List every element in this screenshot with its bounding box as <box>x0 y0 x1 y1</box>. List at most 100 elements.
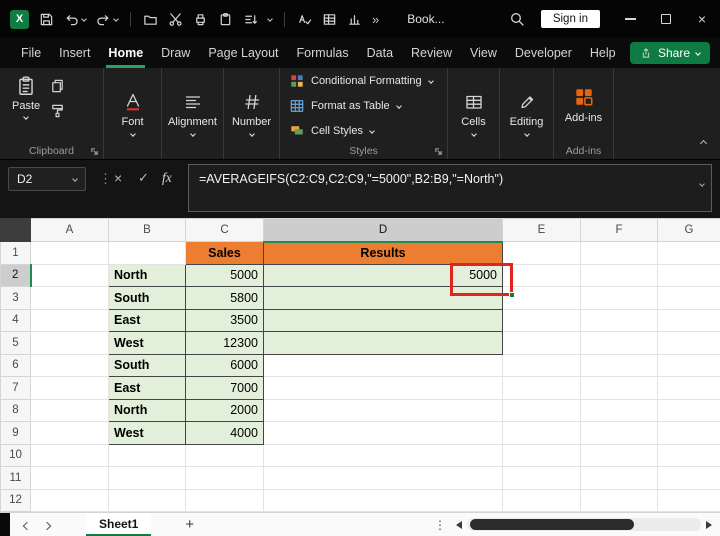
cell[interactable] <box>503 242 581 265</box>
cell-B6[interactable]: South <box>109 354 186 377</box>
ribbon-tab-draw[interactable]: Draw <box>152 38 199 68</box>
sheet-tab-menu[interactable]: ⋮ <box>434 518 446 532</box>
column-header-C[interactable]: C <box>186 219 264 242</box>
cell-C3[interactable]: 5800 <box>186 287 264 310</box>
cell[interactable] <box>658 287 720 310</box>
sort-icon[interactable] <box>243 12 258 27</box>
cell[interactable] <box>109 242 186 265</box>
conditional-formatting-button[interactable]: Conditional Formatting <box>280 70 447 93</box>
cell[interactable] <box>31 399 109 422</box>
cell-D6[interactable] <box>264 354 503 377</box>
cell[interactable] <box>109 489 186 512</box>
cell[interactable] <box>658 377 720 400</box>
cell[interactable] <box>658 422 720 445</box>
chevron-down-icon[interactable] <box>267 16 273 22</box>
paste-button[interactable]: Paste <box>12 75 40 142</box>
cell[interactable] <box>581 489 658 512</box>
cell-B2[interactable]: North <box>109 264 186 287</box>
cell[interactable] <box>186 467 264 490</box>
cell[interactable] <box>186 444 264 467</box>
print-icon[interactable] <box>193 12 208 27</box>
redo-button[interactable] <box>96 12 118 27</box>
cell-D8[interactable] <box>264 399 503 422</box>
cell[interactable] <box>581 377 658 400</box>
ribbon-tab-insert[interactable]: Insert <box>50 38 99 68</box>
column-header-F[interactable]: F <box>581 219 658 242</box>
font-button[interactable]: Font <box>104 68 161 159</box>
format-painter-button[interactable] <box>50 103 65 118</box>
cell-B3[interactable]: South <box>109 287 186 310</box>
add-sheet-button[interactable]: + <box>185 517 194 532</box>
cell-B4[interactable]: East <box>109 309 186 332</box>
cell[interactable] <box>264 467 503 490</box>
ribbon-tab-page-layout[interactable]: Page Layout <box>199 38 287 68</box>
next-sheet-button[interactable] <box>44 516 50 534</box>
cell[interactable] <box>264 489 503 512</box>
cell-C9[interactable]: 4000 <box>186 422 264 445</box>
cell-C7[interactable]: 7000 <box>186 377 264 400</box>
collapse-ribbon-button[interactable] <box>701 133 706 151</box>
cell[interactable] <box>658 242 720 265</box>
alignment-button[interactable]: Alignment <box>162 68 223 159</box>
cell[interactable] <box>503 422 581 445</box>
cell[interactable] <box>581 422 658 445</box>
row-header-5[interactable]: 5 <box>1 332 31 355</box>
cell[interactable] <box>658 264 720 287</box>
cell-D9[interactable] <box>264 422 503 445</box>
spelling-icon[interactable] <box>297 12 312 27</box>
row-header-3[interactable]: 3 <box>1 287 31 310</box>
cell[interactable] <box>264 444 503 467</box>
cell-C1-sales-header[interactable]: Sales <box>186 242 264 265</box>
cell-styles-button[interactable]: Cell Styles <box>280 120 447 143</box>
name-box[interactable]: D2 <box>8 167 86 191</box>
ribbon-tab-view[interactable]: View <box>461 38 506 68</box>
cell[interactable] <box>31 422 109 445</box>
ribbon-tab-help[interactable]: Help <box>581 38 625 68</box>
cell[interactable] <box>31 242 109 265</box>
column-header-B[interactable]: B <box>109 219 186 242</box>
row-header-1[interactable]: 1 <box>1 242 31 265</box>
formula-input[interactable]: =AVERAGEIFS(C2:C9,C2:C9,"=5000",B2:B9,"=… <box>188 164 712 212</box>
editing-button[interactable]: Editing <box>500 68 553 159</box>
cell[interactable] <box>31 264 109 287</box>
cell[interactable] <box>503 467 581 490</box>
ribbon-tab-home[interactable]: Home <box>99 38 152 68</box>
cut-icon[interactable] <box>168 12 183 27</box>
clipboard-dialog-launcher[interactable] <box>90 147 99 156</box>
cell[interactable] <box>658 309 720 332</box>
cell-D7[interactable] <box>264 377 503 400</box>
format-as-table-button[interactable]: Format as Table <box>280 95 447 118</box>
search-icon[interactable] <box>509 11 525 27</box>
insert-function-button[interactable]: fx <box>162 170 172 186</box>
cell[interactable] <box>581 309 658 332</box>
row-header-10[interactable]: 10 <box>1 444 31 467</box>
ribbon-tab-formulas[interactable]: Formulas <box>288 38 358 68</box>
ribbon-tab-developer[interactable]: Developer <box>506 38 581 68</box>
cell[interactable] <box>658 399 720 422</box>
row-header-8[interactable]: 8 <box>1 399 31 422</box>
cell[interactable] <box>31 287 109 310</box>
cell[interactable] <box>503 489 581 512</box>
minimize-button[interactable] <box>612 0 648 38</box>
cell[interactable] <box>503 264 581 287</box>
cell[interactable] <box>503 354 581 377</box>
cell[interactable] <box>31 354 109 377</box>
maximize-button[interactable] <box>648 0 684 38</box>
sign-in-button[interactable]: Sign in <box>541 10 600 28</box>
cell[interactable] <box>658 444 720 467</box>
cell[interactable] <box>31 332 109 355</box>
table-icon[interactable] <box>322 12 337 27</box>
column-header-A[interactable]: A <box>31 219 109 242</box>
cell-D4[interactable] <box>264 309 503 332</box>
ribbon-tab-review[interactable]: Review <box>402 38 461 68</box>
cell[interactable] <box>581 399 658 422</box>
cell[interactable] <box>31 377 109 400</box>
scroll-left-arrow[interactable] <box>456 521 462 529</box>
cancel-button[interactable]: × <box>114 170 122 186</box>
addins-button[interactable]: Add-ins <box>554 68 613 142</box>
cell[interactable] <box>31 467 109 490</box>
cell[interactable] <box>503 399 581 422</box>
cell[interactable] <box>503 444 581 467</box>
cell-C4[interactable]: 3500 <box>186 309 264 332</box>
cell-C6[interactable]: 6000 <box>186 354 264 377</box>
